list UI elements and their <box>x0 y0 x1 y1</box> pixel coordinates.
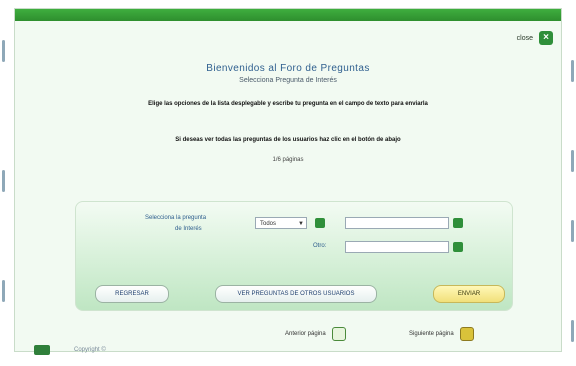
main-window: close × Bienvenidos al Foro de Preguntas… <box>14 8 562 352</box>
page-subtitle: Selecciona Pregunta de Interés <box>239 77 337 84</box>
next-page-label: Siguiente página <box>409 331 454 337</box>
question-input-1[interactable] <box>345 217 449 229</box>
instructions-line-1: Elige las opciones de la lista desplegab… <box>148 101 428 107</box>
footer-logo-icon <box>34 345 50 355</box>
right-edge-marks <box>564 20 574 350</box>
app-frame: close × Bienvenidos al Foro de Preguntas… <box>0 0 576 366</box>
close-label: close <box>516 34 533 42</box>
info-icon-1[interactable] <box>453 218 463 228</box>
close-icon[interactable]: × <box>539 31 553 45</box>
page-title: Bienvenidos al Foro de Preguntas <box>206 63 370 74</box>
back-button[interactable]: REGRESAR <box>95 285 169 303</box>
footer-text: Copyright © <box>74 347 106 353</box>
category-label-top: Selecciona la pregunta <box>145 215 207 221</box>
select-value: Todos <box>260 221 277 227</box>
submit-button[interactable]: ENVIAR <box>433 285 505 303</box>
next-page-icon[interactable] <box>459 327 474 341</box>
close-row[interactable]: close × <box>517 31 553 45</box>
prev-page-icon[interactable] <box>331 327 346 341</box>
category-label-bottom: de Interés <box>175 226 202 232</box>
category-select[interactable]: Todos ▼ <box>255 217 307 229</box>
add-icon-1[interactable] <box>315 218 325 228</box>
other-label: Otro: <box>313 243 327 249</box>
chevron-down-icon: ▼ <box>298 221 304 227</box>
left-edge-marks <box>2 20 12 350</box>
next-page-nav[interactable]: Siguiente página <box>409 327 474 341</box>
view-questions-button[interactable]: VER PREGUNTAS DE OTROS USUARIOS <box>215 285 377 303</box>
prev-page-label: Anterior página <box>285 331 326 337</box>
prev-page-nav[interactable]: Anterior página <box>285 327 346 341</box>
top-bar <box>15 9 561 21</box>
question-input-2[interactable] <box>345 241 449 253</box>
instructions-line-2: Si deseas ver todas las preguntas de los… <box>175 137 401 143</box>
info-icon-2[interactable] <box>453 242 463 252</box>
page-indicator: 1/6 páginas <box>272 157 304 163</box>
